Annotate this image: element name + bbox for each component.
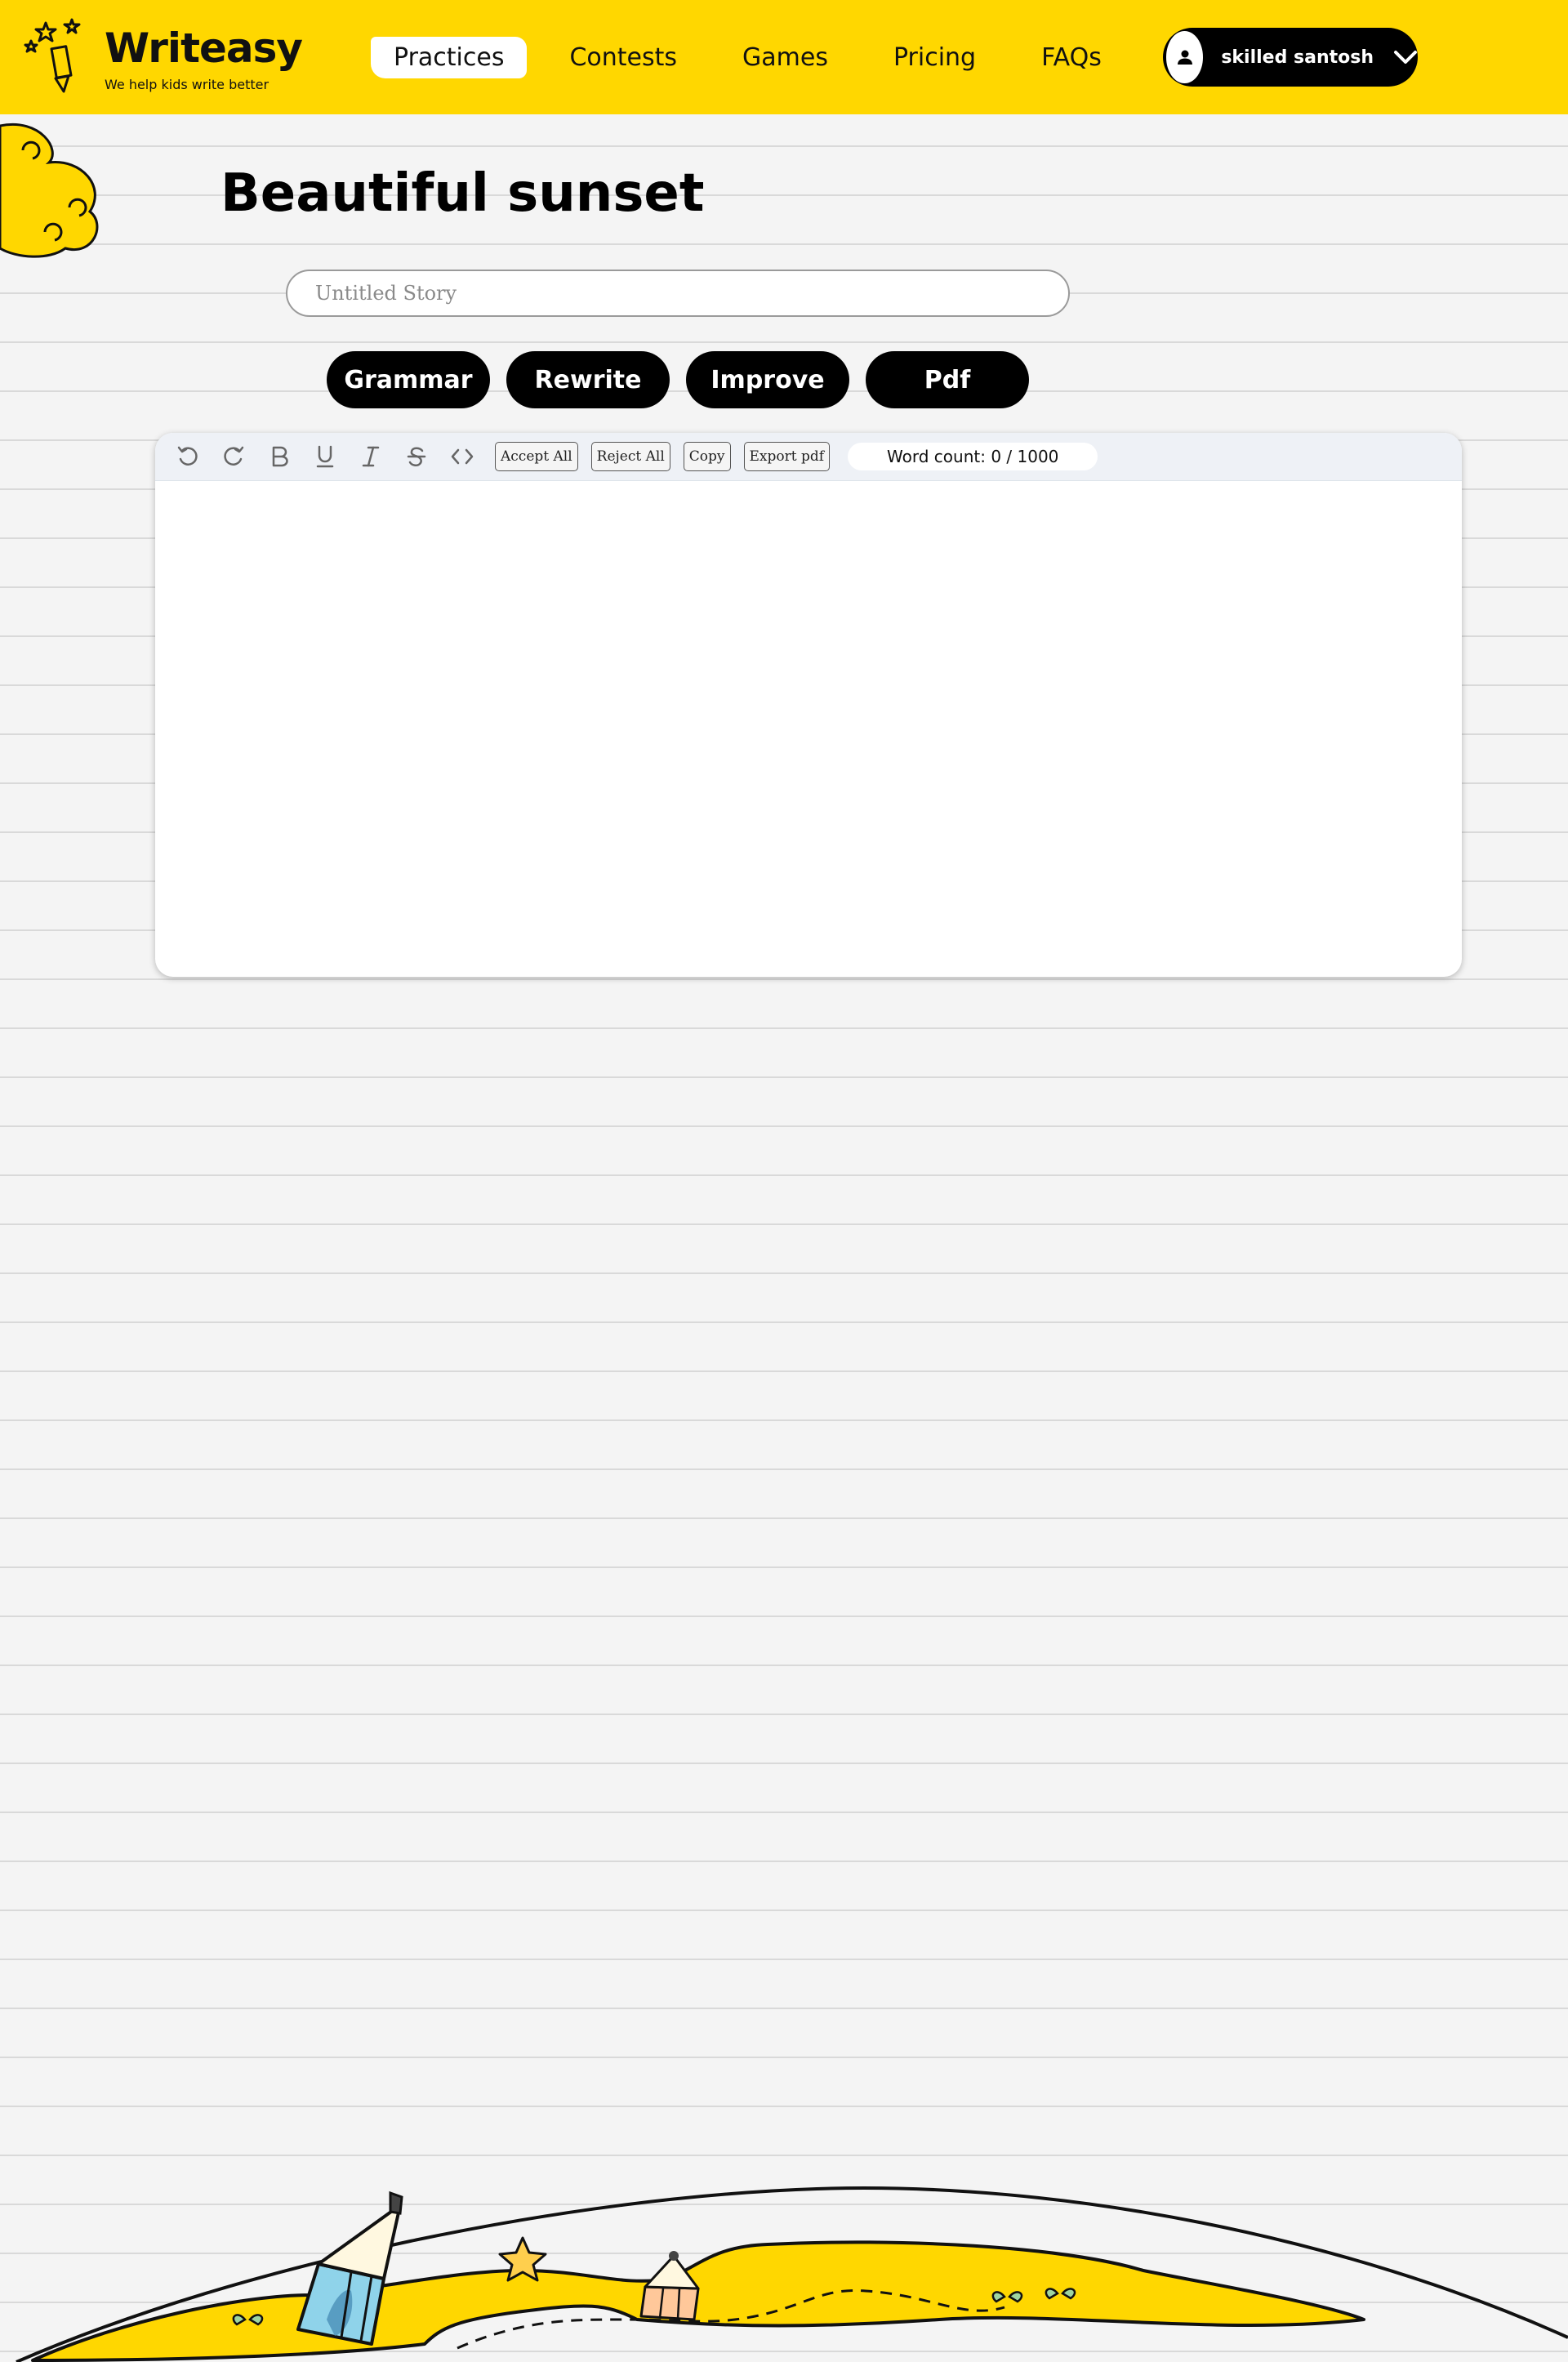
copy-button[interactable]: Copy <box>683 442 731 471</box>
rewrite-button[interactable]: Rewrite <box>506 351 670 408</box>
story-title-input[interactable] <box>286 270 1070 317</box>
nav-item-games[interactable]: Games <box>719 37 851 78</box>
editor-content-area[interactable] <box>155 481 1462 976</box>
cloud-decoration-icon <box>0 123 99 258</box>
reject-all-button[interactable]: Reject All <box>590 442 670 471</box>
italic-icon[interactable] <box>358 443 384 470</box>
editor-toolbar: Accept All Reject All Copy Export pdf Wo… <box>155 433 1462 481</box>
accept-all-button[interactable]: Accept All <box>495 442 578 471</box>
page-title: Beautiful sunset <box>220 163 705 224</box>
word-count: Word count: 0 / 1000 <box>848 443 1098 470</box>
small-pencil-icon <box>639 2251 700 2321</box>
undo-icon[interactable] <box>175 443 201 470</box>
pdf-button[interactable]: Pdf <box>866 351 1029 408</box>
landscape-pencils-illustration <box>16 2186 1568 2362</box>
strikethrough-icon[interactable] <box>403 443 430 470</box>
main-nav: Practices Contests Games Pricing FAQs <box>371 33 1144 82</box>
brand-tagline: We help kids write better <box>105 77 270 92</box>
user-menu-button[interactable]: skilled santosh <box>1163 28 1418 87</box>
nav-item-faqs[interactable]: FAQs <box>1018 37 1125 78</box>
site-header: Writeasy We help kids write better Pract… <box>0 0 1568 114</box>
brand-name: Writeasy <box>105 25 303 72</box>
export-pdf-button[interactable]: Export pdf <box>743 442 831 471</box>
chevron-down-icon[interactable] <box>1393 45 1418 69</box>
improve-button[interactable]: Improve <box>686 351 849 408</box>
action-buttons: Grammar Rewrite Improve Pdf <box>327 351 1045 408</box>
nav-item-contests[interactable]: Contests <box>546 37 700 78</box>
nav-item-pricing[interactable]: Pricing <box>871 37 999 78</box>
bold-icon[interactable] <box>266 443 292 470</box>
logo[interactable]: Writeasy We help kids write better <box>23 16 303 98</box>
story-editor: Accept All Reject All Copy Export pdf Wo… <box>155 433 1462 977</box>
grammar-button[interactable]: Grammar <box>327 351 490 408</box>
underline-icon[interactable] <box>312 443 338 470</box>
code-icon[interactable] <box>449 443 475 470</box>
redo-icon[interactable] <box>220 443 247 470</box>
user-icon <box>1166 31 1204 83</box>
nav-item-practices[interactable]: Practices <box>371 36 528 78</box>
user-name: skilled santosh <box>1221 47 1374 68</box>
